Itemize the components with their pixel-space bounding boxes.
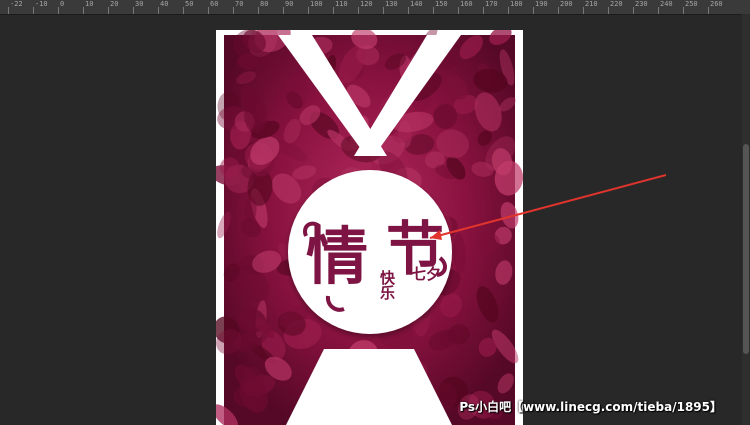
ruler-tick xyxy=(8,7,9,14)
ruler-label: 90 xyxy=(285,0,294,8)
ruler-tick xyxy=(633,7,634,14)
ruler-label: 180 xyxy=(510,0,523,8)
document-canvas[interactable]: 情 节 快乐 七夕 xyxy=(216,30,523,425)
ruler-label: 210 xyxy=(585,0,598,8)
ruler-label: 140 xyxy=(410,0,423,8)
ruler-tick xyxy=(608,7,609,14)
ruler-label: 150 xyxy=(435,0,448,8)
ruler-tick xyxy=(333,7,334,14)
ruler-label: 40 xyxy=(160,0,169,8)
ruler-tick xyxy=(58,7,59,14)
photoshop-workspace: -22 -10 0 10 20 30 40 50 60 70 80 90 100 110 120 130 140… xyxy=(0,0,750,425)
ruler-label: 240 xyxy=(660,0,673,8)
ruler-tick xyxy=(83,7,84,14)
ruler-tick xyxy=(408,7,409,14)
ruler-label: 20 xyxy=(110,0,119,8)
title-char-qing: 情 xyxy=(306,220,368,293)
watermark-text: Ps小白吧【www.linecg.com/tieba/1895】 xyxy=(459,400,722,414)
ruler-tick xyxy=(33,7,34,14)
ruler-label: 100 xyxy=(310,0,323,8)
ruler-tick xyxy=(233,7,234,14)
vertical-scrollbar[interactable] xyxy=(742,14,750,425)
ruler-tick xyxy=(358,7,359,14)
ruler-label: -10 xyxy=(35,0,48,8)
ruler-label: 170 xyxy=(485,0,498,8)
poster-artwork: 情 节 快乐 七夕 xyxy=(216,30,523,425)
ruler-label: 160 xyxy=(460,0,473,8)
ruler-tick xyxy=(133,7,134,14)
ruler-tick xyxy=(483,7,484,14)
subtitle-kuaile: 快乐 xyxy=(378,269,396,301)
ruler-tick xyxy=(583,7,584,14)
ruler-tick xyxy=(533,7,534,14)
ruler-label: 80 xyxy=(260,0,269,8)
ruler-tick xyxy=(183,7,184,14)
ruler-tick xyxy=(558,7,559,14)
horizontal-ruler[interactable]: -22 -10 0 10 20 30 40 50 60 70 80 90 100 110 120 130 140… xyxy=(0,0,750,15)
ruler-tick xyxy=(708,7,709,14)
ruler-tick xyxy=(283,7,284,14)
ruler-label: 50 xyxy=(185,0,194,8)
ruler-tick xyxy=(108,7,109,14)
ruler-label: 120 xyxy=(360,0,373,8)
ruler-tick xyxy=(308,7,309,14)
ruler-tick xyxy=(208,7,209,14)
ruler-label: 70 xyxy=(235,0,244,8)
ruler-label: 260 xyxy=(710,0,723,8)
ruler-label: 30 xyxy=(135,0,144,8)
ruler-label: 60 xyxy=(210,0,219,8)
subtitle-qixi: 七夕 xyxy=(411,265,441,283)
ruler-tick xyxy=(383,7,384,14)
ruler-tick xyxy=(658,7,659,14)
vertical-scrollbar-thumb[interactable] xyxy=(743,144,749,354)
ruler-tick xyxy=(508,7,509,14)
ruler-tick xyxy=(458,7,459,14)
ruler-tick xyxy=(683,7,684,14)
ruler-label: 190 xyxy=(535,0,548,8)
ruler-tick xyxy=(433,7,434,14)
ruler-label: 250 xyxy=(685,0,698,8)
ruler-tick xyxy=(258,7,259,14)
ruler-label: 130 xyxy=(385,0,398,8)
ruler-label: -22 xyxy=(10,0,23,8)
ruler-label: 230 xyxy=(635,0,648,8)
ruler-tick xyxy=(158,7,159,14)
ruler-label: 220 xyxy=(610,0,623,8)
ruler-label: 200 xyxy=(560,0,573,8)
ruler-label: 10 xyxy=(85,0,94,8)
ruler-label: 0 xyxy=(60,0,65,8)
ruler-label: 110 xyxy=(335,0,348,8)
